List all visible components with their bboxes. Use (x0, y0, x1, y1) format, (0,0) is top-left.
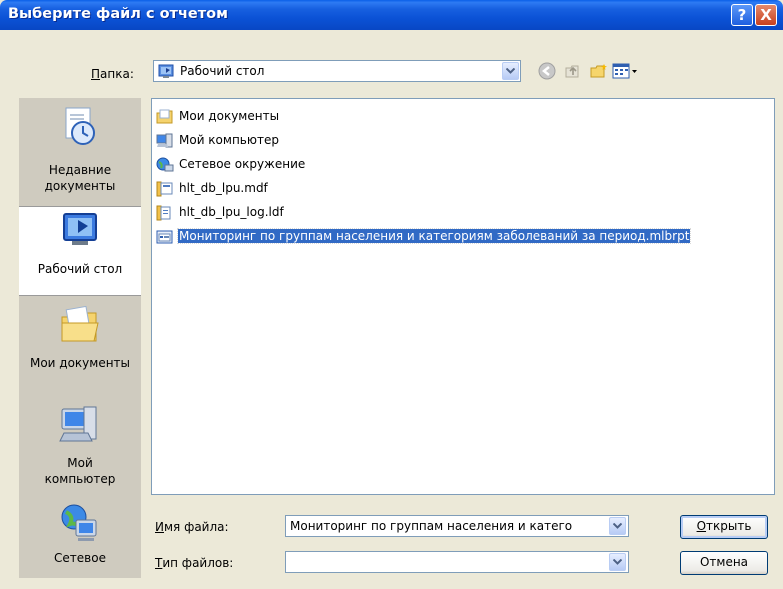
lookin-value: Рабочий стол (180, 64, 265, 78)
place-label: Недавние (48, 163, 112, 177)
filename-combo[interactable]: Мониторинг по группам населения и катего (285, 515, 629, 537)
list-item-name: hlt_db_lpu_log.ldf (179, 205, 284, 219)
filename-input[interactable]: Мониторинг по группам населения и катего (290, 519, 605, 533)
back-icon (538, 62, 556, 80)
new-folder-icon (590, 64, 607, 78)
lookin-combo[interactable]: Рабочий стол (153, 60, 521, 82)
folder-documents-icon (156, 109, 174, 128)
chevron-down-icon (613, 523, 622, 529)
list-item-name: hlt_db_lpu.mdf (179, 181, 268, 195)
filename-label-accel: И (155, 520, 164, 534)
desktop-icon (158, 63, 174, 82)
place-label: Сетевое (54, 551, 106, 565)
lookin-label: Папка: (91, 67, 134, 81)
network-icon (61, 504, 97, 541)
lookin-label-accel: П (91, 67, 101, 81)
desktop-icon (63, 213, 97, 245)
new-folder-button[interactable] (589, 62, 609, 82)
file-list[interactable]: Мои документы Мой компьютер Сетевое окру… (151, 98, 775, 495)
place-label: компьютер (44, 472, 116, 486)
mdf-file-icon (156, 181, 174, 200)
window-title: Выберите файл с отчетом (8, 6, 228, 22)
chevron-down-icon (613, 559, 622, 565)
lookin-dropdown-button[interactable] (502, 62, 519, 80)
place-recent-documents[interactable]: Недавние документы (19, 106, 141, 198)
help-button[interactable]: ? (731, 4, 753, 26)
place-label: Мои документы (29, 356, 131, 370)
list-item-name: Мониторинг по группам населения и катего… (176, 228, 692, 244)
recent-documents-icon (65, 107, 95, 145)
ldf-file-icon (156, 205, 174, 224)
list-item-name: Мой компьютер (179, 133, 279, 147)
place-desktop[interactable]: Рабочий стол (19, 206, 141, 296)
filetype-dropdown-button[interactable] (609, 553, 626, 571)
places-bar: Недавние документы Рабочий стол Мои доку… (19, 98, 141, 578)
place-my-computer[interactable]: Мой компьютер (19, 403, 141, 498)
open-button-accel: О (696, 519, 707, 533)
place-my-documents[interactable]: Мои документы (19, 303, 141, 383)
filename-label-rest: мя файла: (163, 520, 229, 534)
place-label: Мой (67, 456, 93, 470)
place-network[interactable]: Сетевое (19, 502, 141, 578)
cancel-button[interactable]: Отмена (680, 551, 768, 575)
close-icon: X (760, 6, 772, 24)
my-computer-icon (59, 406, 97, 442)
open-button[interactable]: Открыть (680, 515, 768, 539)
views-menu-button[interactable] (612, 62, 638, 82)
title-bar[interactable]: Выберите файл с отчетом ? X (0, 0, 783, 30)
filetype-combo[interactable] (285, 551, 629, 573)
report-file-icon (156, 229, 174, 248)
lookin-label-rest: апка: (100, 67, 134, 81)
close-button[interactable]: X (755, 4, 777, 26)
filetype-label-rest: ип файлов: (162, 556, 234, 570)
open-button-label: ткрыть (706, 519, 752, 533)
filename-label: Имя файла: (155, 520, 229, 534)
views-menu-icon (612, 63, 637, 79)
help-icon: ? (737, 6, 747, 24)
network-places-icon (156, 157, 174, 176)
my-documents-icon (61, 305, 99, 342)
filename-dropdown-button[interactable] (609, 517, 626, 535)
list-item-name: Мои документы (179, 109, 280, 123)
chevron-down-icon (506, 68, 515, 74)
filetype-label: Тип файлов: (155, 556, 233, 570)
up-folder-button[interactable] (564, 62, 582, 82)
computer-icon (156, 133, 174, 152)
up-folder-icon (565, 65, 579, 78)
list-item-name: Сетевое окружение (179, 157, 306, 171)
back-button[interactable] (538, 62, 556, 82)
place-label: документы (44, 179, 116, 193)
place-label: Рабочий стол (37, 262, 123, 276)
